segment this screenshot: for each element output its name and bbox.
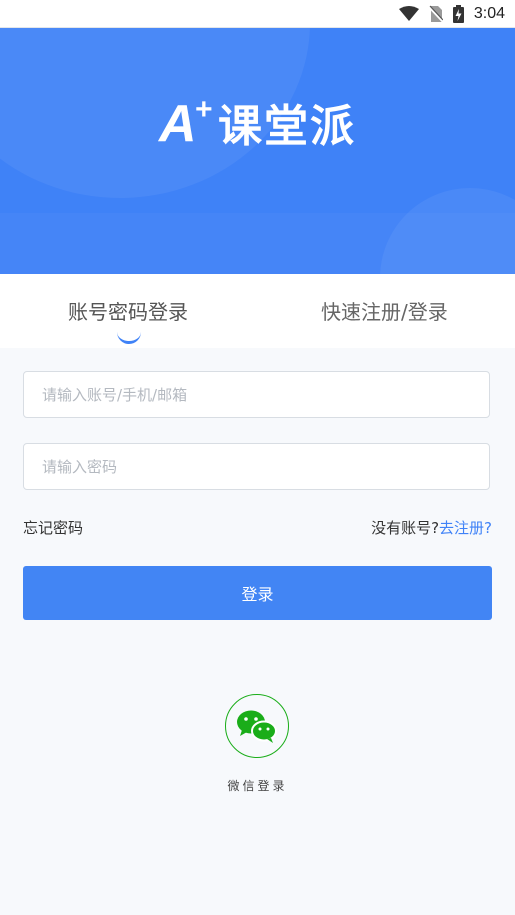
wechat-icon [237, 710, 277, 743]
wechat-login-button[interactable] [225, 694, 289, 758]
no-account-text: 没有账号? [371, 519, 440, 537]
status-icons: 3:04 [398, 4, 505, 24]
logo-text: 课堂派 [218, 102, 357, 151]
tab-password-login[interactable]: 账号密码登录 [68, 296, 188, 325]
battery-charging-icon [452, 5, 464, 23]
login-button[interactable]: 登录 [23, 566, 492, 620]
password-input[interactable] [23, 443, 490, 490]
register-prompt: 没有账号?去注册? [371, 517, 492, 538]
login-tabs: 账号密码登录 快速注册/登录 [0, 274, 515, 348]
no-sim-icon [428, 5, 443, 23]
decor-circle [380, 188, 515, 274]
register-link[interactable]: 去注册? [439, 519, 492, 537]
logo-a: A [158, 95, 197, 153]
status-bar: 3:04 [0, 0, 515, 28]
active-tab-indicator [117, 332, 141, 344]
account-input[interactable] [23, 371, 490, 418]
wifi-icon [398, 6, 419, 21]
wechat-login-label: 微信登录 [227, 779, 288, 793]
tab-quick-register[interactable]: 快速注册/登录 [321, 296, 448, 325]
logo-plus: + [194, 93, 213, 126]
forgot-password-link[interactable]: 忘记密码 [23, 517, 83, 538]
status-time: 3:04 [473, 5, 505, 22]
header-banner: A+ 课堂派 [0, 28, 515, 274]
app-logo: A+ 课堂派 [0, 90, 515, 154]
